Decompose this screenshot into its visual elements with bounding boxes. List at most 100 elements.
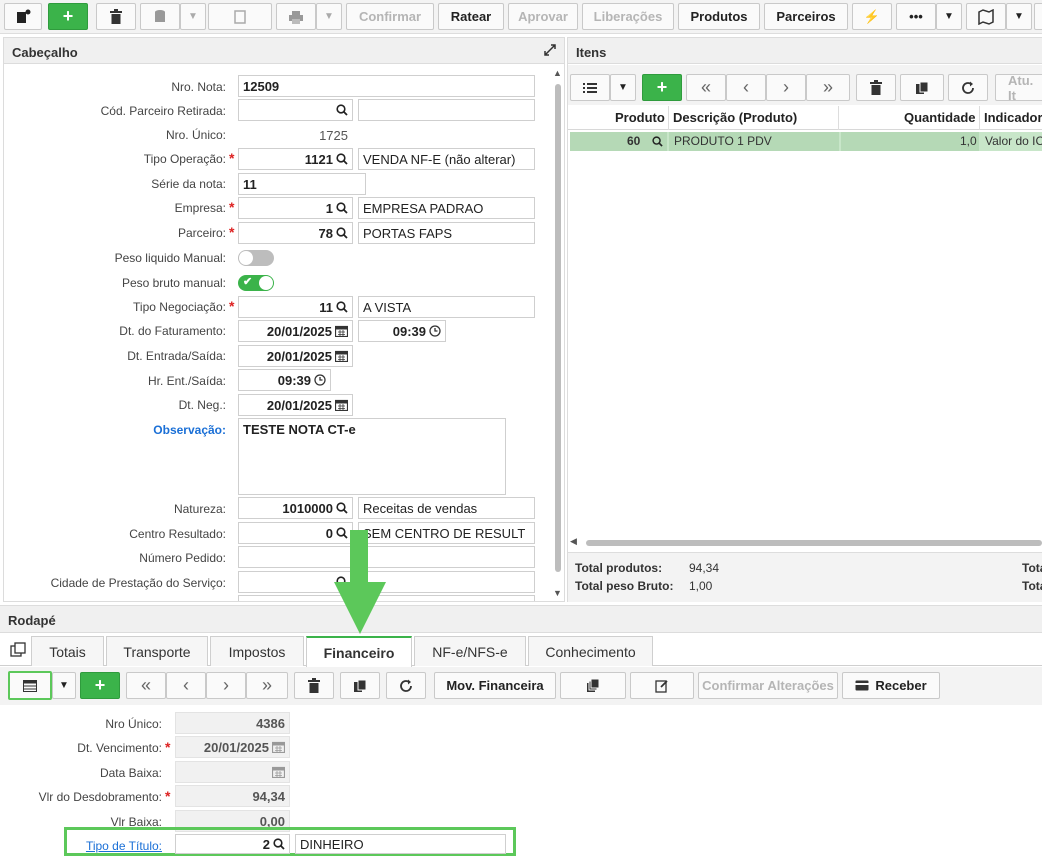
empresa-code-field[interactable]: 1 — [238, 197, 353, 219]
col-indicador[interactable]: Indicador — [984, 110, 1042, 125]
dt-neg-field[interactable]: 20/01/2025 — [238, 394, 353, 416]
header-scrollbar[interactable]: ▲ ▼ — [552, 68, 564, 600]
duplicate-button[interactable] — [140, 3, 180, 30]
atualizar-itens-button[interactable]: Atu. It — [995, 73, 1042, 103]
lightning-button[interactable]: ⚡ — [852, 3, 892, 30]
last-record-button[interactable]: » — [806, 74, 850, 101]
col-quantidade[interactable]: Quantidade — [904, 110, 976, 125]
clock-icon[interactable] — [314, 374, 326, 386]
print-dropdown[interactable]: ▼ — [316, 3, 342, 30]
confirmar-button[interactable]: Confirmar — [346, 3, 434, 30]
serie-field[interactable]: 11 — [238, 173, 366, 195]
hscrollbar-thumb[interactable] — [586, 540, 1042, 546]
duplicate-dropdown[interactable]: ▼ — [180, 3, 206, 30]
produtos-button[interactable]: Produtos — [678, 3, 760, 30]
liberacoes-button[interactable]: Liberações — [582, 3, 674, 30]
peso-bruto-toggle[interactable]: ✔ — [238, 275, 274, 291]
items-hscrollbar[interactable]: ◀ — [570, 536, 1042, 548]
copy-financeiro-button[interactable] — [340, 672, 380, 699]
hr-entrada-field[interactable]: 09:39 — [238, 369, 331, 391]
parceiro-code-field[interactable]: 78 — [238, 222, 353, 244]
search-icon[interactable] — [336, 202, 348, 214]
search-icon[interactable] — [652, 136, 663, 150]
list-view-dropdown[interactable]: ▼ — [610, 74, 636, 101]
col-descricao[interactable]: Descrição (Produto) — [673, 110, 797, 125]
tab-financeiro[interactable]: Financeiro — [306, 636, 412, 667]
search-icon[interactable] — [336, 153, 348, 165]
scrollbar-thumb[interactable] — [555, 84, 561, 572]
map-button[interactable] — [966, 3, 1006, 30]
previous-record-button[interactable]: ‹ — [726, 74, 766, 101]
edit-button[interactable] — [630, 672, 694, 699]
peso-liquido-toggle[interactable] — [238, 250, 274, 266]
next-financeiro-button[interactable]: › — [206, 672, 246, 699]
previous-financeiro-button[interactable]: ‹ — [166, 672, 206, 699]
dt-vencimento-field[interactable]: 20/01/2025 — [175, 736, 290, 758]
delete-item-button[interactable] — [856, 74, 896, 101]
tab-totais[interactable]: Totais — [31, 636, 104, 666]
mov-financeira-button[interactable]: Mov. Financeira — [434, 672, 556, 699]
search-icon[interactable] — [336, 227, 348, 239]
duplicates-button[interactable] — [560, 672, 626, 699]
calendar-icon[interactable] — [272, 766, 285, 778]
hr-faturamento-field[interactable]: 09:39 — [358, 320, 446, 342]
list-view-button[interactable] — [570, 74, 610, 101]
cod-parceiro-field[interactable] — [238, 99, 353, 121]
parceiros-button[interactable]: Parceiros — [764, 3, 848, 30]
label-observacao[interactable]: Observação: — [153, 423, 226, 437]
delete-button[interactable] — [96, 3, 136, 30]
print-button[interactable] — [276, 3, 316, 30]
tabs-copy-icon[interactable] — [10, 642, 26, 661]
natureza-code-field[interactable]: 1010000 — [238, 497, 353, 519]
search-icon[interactable] — [336, 502, 348, 514]
tab-impostos[interactable]: Impostos — [210, 636, 304, 666]
nro-nota-field[interactable]: 12509 — [238, 75, 535, 97]
aprovar-button[interactable]: Aprovar — [508, 3, 578, 30]
overflow-button[interactable] — [1034, 3, 1042, 30]
tab-transporte[interactable]: Transporte — [106, 636, 208, 666]
map-dropdown[interactable]: ▼ — [1006, 3, 1032, 30]
vlr-desdobramento-field[interactable]: 94,34 — [175, 785, 290, 807]
calendar-icon[interactable] — [335, 399, 348, 411]
clock-icon[interactable] — [429, 325, 441, 337]
next-record-button[interactable]: › — [766, 74, 806, 101]
search-icon[interactable] — [273, 838, 285, 850]
tab-nfe[interactable]: NF-e/NFS-e — [414, 636, 526, 666]
refresh-items-button[interactable] — [948, 74, 988, 101]
table-row[interactable]: 60 PRODUTO 1 PDV 1,0 Valor do IC — [570, 132, 1042, 151]
data-baixa-field[interactable] — [175, 761, 290, 783]
dt-faturamento-field[interactable]: 20/01/2025 — [238, 320, 353, 342]
search-icon[interactable] — [336, 301, 348, 313]
tipo-operacao-code-field[interactable]: 1121 — [238, 148, 353, 170]
first-record-button[interactable]: « — [686, 74, 726, 101]
search-icon[interactable] — [336, 104, 348, 116]
expand-icon[interactable] — [544, 44, 556, 59]
grid-view-dropdown[interactable]: ▼ — [52, 672, 76, 699]
more-options-dropdown[interactable]: ▼ — [936, 3, 962, 30]
first-financeiro-button[interactable]: « — [126, 672, 166, 699]
add-financeiro-button[interactable]: + — [80, 672, 120, 699]
more-options-button[interactable]: ••• — [896, 3, 936, 30]
refresh-financeiro-button[interactable] — [386, 672, 426, 699]
observacao-textarea[interactable]: TESTE NOTA CT-e — [238, 418, 506, 495]
calendar-icon[interactable] — [272, 741, 285, 753]
ratear-button[interactable]: Ratear — [438, 3, 504, 30]
copy-item-button[interactable] — [900, 74, 944, 101]
dt-entrada-field[interactable]: 20/01/2025 — [238, 345, 353, 367]
confirmar-alteracoes-button[interactable]: Confirmar Alterações — [698, 672, 838, 699]
delete-financeiro-button[interactable] — [294, 672, 334, 699]
last-financeiro-button[interactable]: » — [246, 672, 288, 699]
calendar-icon[interactable] — [335, 350, 348, 362]
tipo-titulo-code-field[interactable]: 2 — [175, 834, 290, 854]
add-button[interactable]: + — [48, 3, 88, 30]
tipo-negociacao-code-field[interactable]: 11 — [238, 296, 353, 318]
label-tipo-titulo[interactable]: Tipo de Título: — [86, 839, 162, 853]
receber-button[interactable]: Receber — [842, 672, 940, 699]
grid-view-button[interactable] — [8, 671, 52, 700]
tab-conhecimento[interactable]: Conhecimento — [528, 636, 653, 666]
add-item-button[interactable]: + — [642, 74, 682, 101]
calendar-icon[interactable] — [335, 325, 348, 337]
export-button[interactable] — [208, 3, 272, 30]
col-produto[interactable]: Produto — [615, 110, 665, 125]
new-document-button[interactable] — [4, 3, 42, 30]
